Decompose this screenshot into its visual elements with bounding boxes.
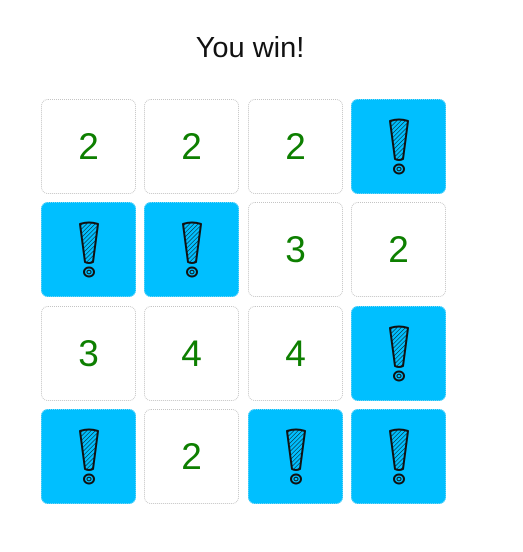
mine-cell[interactable] — [41, 202, 136, 297]
number-cell[interactable]: 4 — [248, 306, 343, 401]
number-cell[interactable]: 3 — [248, 202, 343, 297]
cell-number: 2 — [181, 126, 202, 167]
exclamation-icon — [78, 428, 99, 484]
mine-cell[interactable] — [41, 409, 136, 504]
number-cell[interactable]: 3 — [41, 306, 136, 401]
mine-cell[interactable] — [248, 409, 343, 504]
number-cell[interactable]: 2 — [144, 409, 239, 504]
cell-number: 2 — [78, 126, 99, 167]
number-cell[interactable]: 2 — [144, 99, 239, 194]
cell-number: 4 — [181, 333, 202, 374]
number-cell[interactable]: 2 — [248, 99, 343, 194]
game-board: 2 2 2 3 2 3 4 4 2 — [41, 99, 448, 505]
exclamation-icon — [181, 221, 202, 277]
cell-number: 3 — [78, 333, 99, 374]
cell-number: 2 — [388, 229, 409, 270]
mine-cell[interactable] — [351, 99, 446, 194]
number-cell[interactable]: 2 — [351, 202, 446, 297]
exclamation-icon — [388, 118, 409, 174]
mine-cell[interactable] — [144, 202, 239, 297]
mine-cell[interactable] — [351, 409, 446, 504]
exclamation-icon — [78, 221, 99, 277]
exclamation-icon — [388, 428, 409, 484]
exclamation-icon — [388, 325, 409, 381]
number-cell[interactable]: 2 — [41, 99, 136, 194]
game-status-message: You win! — [195, 32, 305, 64]
mine-cell[interactable] — [351, 306, 446, 401]
cell-number: 3 — [285, 229, 306, 270]
cell-number: 2 — [285, 126, 306, 167]
cell-number: 2 — [181, 436, 202, 477]
number-cell[interactable]: 4 — [144, 306, 239, 401]
exclamation-icon — [285, 428, 306, 484]
cell-number: 4 — [285, 333, 306, 374]
